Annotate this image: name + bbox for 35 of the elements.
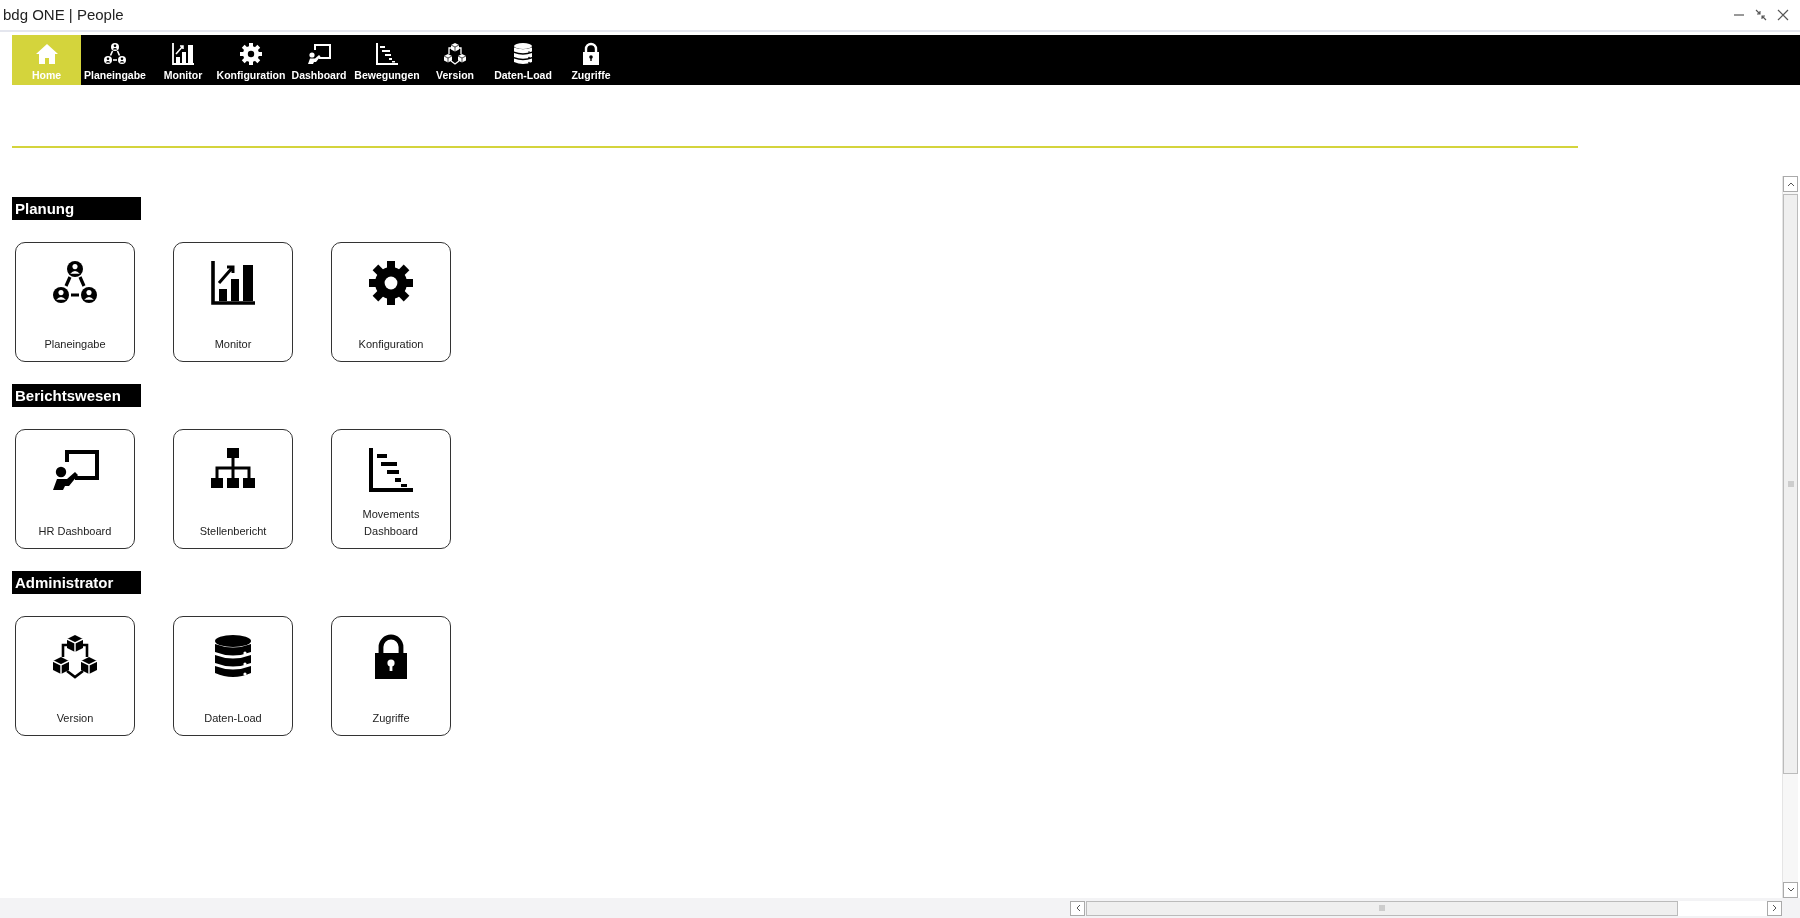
scroll-down-icon[interactable] [1786, 887, 1795, 893]
section-heading: Berichtswesen [12, 384, 141, 407]
home-icon [34, 42, 59, 66]
grip-icon[interactable] [1787, 481, 1794, 487]
app-tile[interactable]: Daten-Load [173, 616, 293, 736]
gantt-chart-icon [375, 42, 399, 66]
vertical-scrollbar[interactable] [1782, 176, 1798, 898]
cubes-icon [443, 42, 467, 66]
scroll-up-icon[interactable] [1786, 181, 1795, 187]
grip-icon[interactable] [1379, 905, 1385, 911]
close-icon[interactable] [1777, 9, 1789, 21]
scroll-right-icon[interactable] [1771, 904, 1778, 912]
gantt-chart-icon [367, 446, 415, 494]
app-tile[interactable]: Version [15, 616, 135, 736]
app-tile[interactable]: HR Dashboard [15, 429, 135, 549]
horizontal-scrollbar[interactable] [1070, 900, 1782, 916]
section-heading: Administrator [12, 571, 141, 594]
restore-icon[interactable] [1755, 9, 1767, 21]
app-tile[interactable]: Planeingabe [15, 242, 135, 362]
app-tile[interactable]: Movements Dashboard [331, 429, 451, 549]
presenter-icon [307, 42, 331, 66]
scroll-left-icon[interactable] [1074, 904, 1081, 912]
app-tile[interactable]: Stellenbericht [173, 429, 293, 549]
app-tile[interactable]: Monitor [173, 242, 293, 362]
app-tile[interactable]: Zugriffe [331, 616, 451, 736]
bar-chart-icon [171, 42, 195, 66]
database-icon [511, 42, 535, 66]
section-heading: Planung [12, 197, 141, 220]
settings-icon [367, 259, 415, 307]
settings-icon [239, 42, 263, 66]
people-network-icon [103, 42, 127, 66]
window-title: bdg ONE | People [3, 4, 124, 25]
cubes-icon [51, 633, 99, 681]
app-tile[interactable]: Konfiguration [331, 242, 451, 362]
bar-chart-icon [209, 259, 257, 307]
